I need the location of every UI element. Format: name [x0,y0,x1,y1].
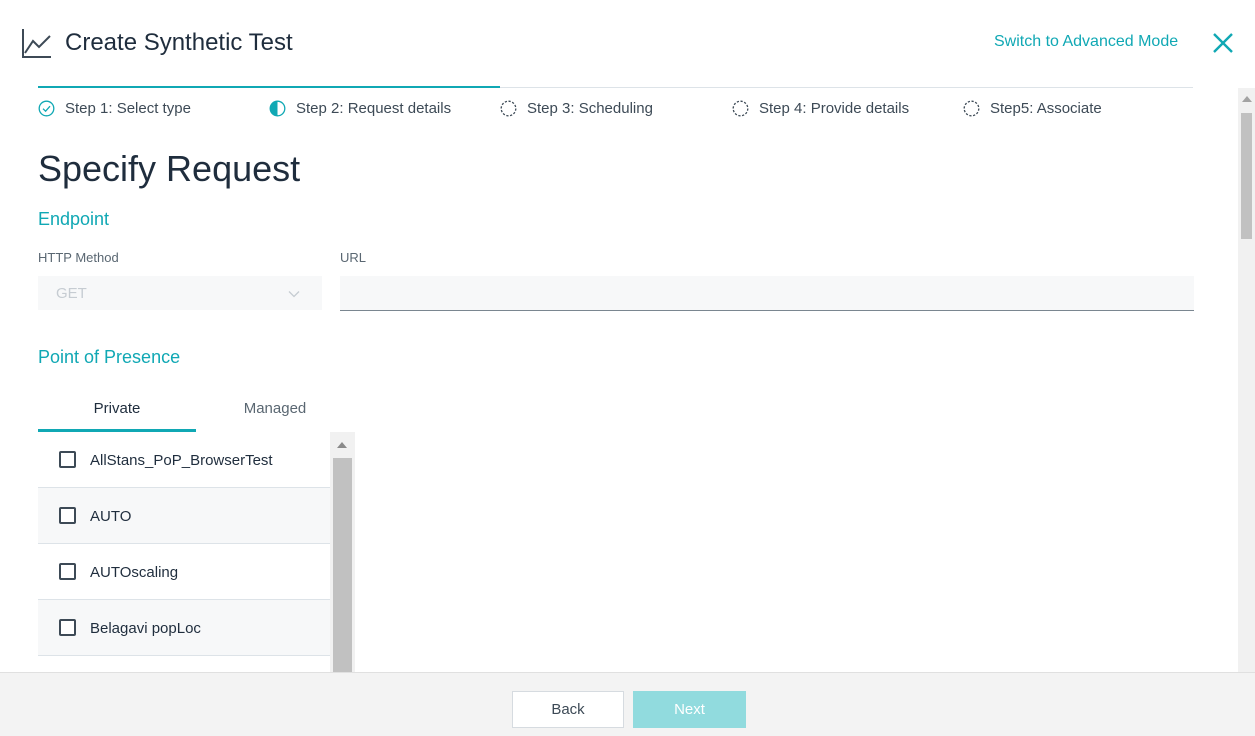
url-input[interactable] [340,276,1194,311]
tab-managed[interactable]: Managed [196,395,354,432]
step-label: Step 3: Scheduling [527,99,653,117]
step-label: Step5: Associate [990,99,1102,117]
list-item[interactable]: AUTO [38,488,330,544]
step-label: Step 1: Select type [65,99,191,117]
dashed-circle-icon [500,100,517,116]
step-4[interactable]: Step 4: Provide details [732,97,909,119]
progress-fill [38,86,500,88]
pop-item-label: AUTO [90,508,132,525]
back-button[interactable]: Back [512,691,624,728]
dashed-circle-icon [963,100,980,116]
endpoint-heading: Endpoint [38,209,110,229]
pop-item-label: AUTOscaling [90,564,179,581]
pop-list: AllStans_PoP_BrowserTest AUTO AUTOscalin… [38,432,355,672]
chevron-down-icon [288,291,300,298]
scrollbar-thumb[interactable] [333,458,352,672]
list-item[interactable] [38,657,330,672]
tab-private[interactable]: Private [38,395,196,432]
checkbox[interactable] [59,619,76,636]
scroll-up-arrow-icon[interactable] [1242,96,1252,102]
half-circle-icon [269,100,286,116]
switch-advanced-mode-link[interactable]: Switch to Advanced Mode [994,33,1178,51]
step-label: Step 2: Request details [296,99,452,117]
step-3[interactable]: Step 3: Scheduling [500,97,653,119]
dashed-circle-icon [732,100,749,116]
step-5[interactable]: Step5: Associate [963,97,1102,119]
pop-item-label: AllStans_PoP_BrowserTest [90,452,273,469]
pop-tabs: Private Managed [38,395,354,432]
checkmark-circle-icon [38,100,55,116]
dialog-header: Create Synthetic Test Switch to Advanced… [0,0,1255,88]
checkbox[interactable] [59,507,76,524]
checkbox[interactable] [59,451,76,468]
dialog-footer: Back Next [0,672,1255,736]
checkbox[interactable] [59,563,76,580]
http-method-select[interactable]: GET [38,276,322,310]
close-icon[interactable] [1211,31,1235,55]
page-scrollbar[interactable] [1238,88,1255,672]
list-item[interactable]: Belagavi popLoc [38,600,330,656]
http-method-value: GET [56,285,87,302]
scrollbar-thumb[interactable] [1241,113,1252,239]
scroll-up-arrow-icon[interactable] [337,442,347,448]
http-method-label: HTTP Method [38,250,119,265]
list-item[interactable]: AUTOscaling [38,544,330,600]
step-1[interactable]: Step 1: Select type [38,97,191,119]
dialog-title: Create Synthetic Test [65,29,293,56]
step-label: Step 4: Provide details [759,99,910,117]
page-title: Specify Request [38,148,301,189]
line-chart-icon [22,29,51,58]
url-label: URL [340,250,367,265]
pop-list-scrollbar[interactable] [330,432,355,672]
list-item[interactable]: AllStans_PoP_BrowserTest [38,432,330,488]
step-2[interactable]: Step 2: Request details [269,97,451,119]
step-indicator: Step 1: Select type Step 2: Request deta… [38,97,1198,119]
pop-item-label: Belagavi popLoc [90,620,201,637]
point-of-presence-heading: Point of Presence [38,347,181,367]
next-button[interactable]: Next [633,691,746,728]
